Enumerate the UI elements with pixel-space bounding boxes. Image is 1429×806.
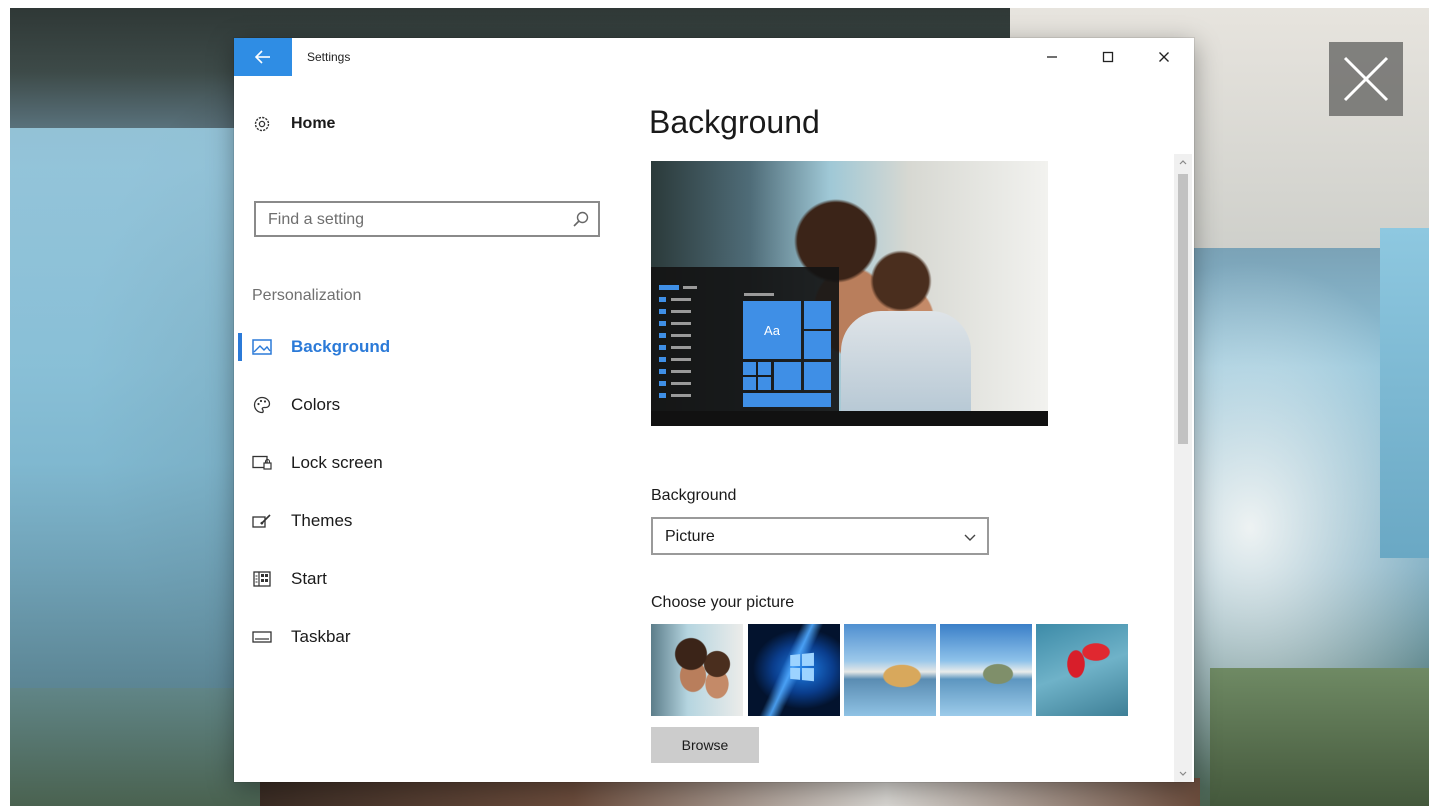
minimize-button[interactable] xyxy=(1024,38,1080,76)
sidebar-item-label: Lock screen xyxy=(291,453,383,472)
lock-screen-icon xyxy=(252,453,272,473)
preview-taskbar xyxy=(651,411,1048,426)
sidebar-item-taskbar[interactable]: Taskbar xyxy=(234,617,624,657)
background-type-label: Background xyxy=(651,487,737,504)
chevron-up-icon xyxy=(1179,160,1187,165)
close-icon xyxy=(1159,52,1169,62)
start-tiles-icon xyxy=(252,569,272,589)
picture-thumbnail-children[interactable] xyxy=(651,624,743,716)
browse-button[interactable]: Browse xyxy=(651,727,759,763)
preview-tile-large: Aa xyxy=(743,301,801,359)
window-title: Settings xyxy=(307,50,351,64)
title-bar: Settings xyxy=(234,38,1194,76)
sidebar-item-label: Themes xyxy=(291,511,353,530)
scroll-down-button[interactable] xyxy=(1174,766,1192,782)
backdrop-plants xyxy=(1210,668,1429,806)
overlay-close-button[interactable] xyxy=(1329,42,1403,116)
selection-indicator xyxy=(238,333,242,361)
maximize-icon xyxy=(1102,51,1114,63)
search-icon[interactable] xyxy=(572,210,590,228)
background-type-dropdown[interactable]: Picture xyxy=(651,517,989,555)
sidebar-item-label: Background xyxy=(291,337,391,356)
backdrop-figure xyxy=(260,778,1200,806)
picture-icon xyxy=(252,337,272,357)
maximize-button[interactable] xyxy=(1080,38,1136,76)
scrollbar-thumb[interactable] xyxy=(1178,174,1188,444)
minimize-icon xyxy=(1047,56,1057,58)
search-placeholder: Find a setting xyxy=(268,211,365,228)
screen: Settings Home Find a setting Personaliza… xyxy=(0,0,1429,806)
close-icon xyxy=(1343,56,1389,102)
backdrop-window-left xyxy=(10,128,240,688)
sidebar-item-themes[interactable]: Themes xyxy=(234,501,624,541)
taskbar-icon xyxy=(252,627,272,647)
sidebar-item-background[interactable]: Background xyxy=(234,327,624,367)
picture-thumbnail-windows-logo[interactable] xyxy=(748,624,840,716)
nav-home-label: Home xyxy=(291,115,336,132)
search-input[interactable]: Find a setting xyxy=(254,201,600,237)
themes-icon xyxy=(252,511,272,531)
close-button[interactable] xyxy=(1136,38,1192,76)
backdrop-window-right xyxy=(1380,228,1429,558)
sidebar-item-label: Taskbar xyxy=(291,627,351,646)
background-preview: Aa xyxy=(651,161,1048,426)
scroll-up-button[interactable] xyxy=(1174,154,1192,170)
picture-thumbnail-beach-1[interactable] xyxy=(844,624,936,716)
gear-icon xyxy=(252,114,272,134)
sidebar-item-label: Start xyxy=(291,569,327,588)
sidebar-item-start[interactable]: Start xyxy=(234,559,624,599)
sidebar-item-lock-screen[interactable]: Lock screen xyxy=(234,443,624,483)
scrollbar[interactable] xyxy=(1174,154,1192,782)
choose-picture-label: Choose your picture xyxy=(651,594,795,611)
navigation-pane: Home Find a setting Personalization Back… xyxy=(234,76,624,782)
nav-home[interactable]: Home xyxy=(234,104,624,144)
sidebar-item-colors[interactable]: Colors xyxy=(234,385,624,425)
section-heading-personalization: Personalization xyxy=(252,287,362,304)
back-button[interactable] xyxy=(234,38,292,76)
back-arrow-icon xyxy=(255,50,270,64)
dropdown-value: Picture xyxy=(665,528,715,545)
palette-icon xyxy=(252,395,272,415)
chevron-down-icon xyxy=(964,534,976,541)
settings-window: Settings Home Find a setting Personaliza… xyxy=(234,38,1194,782)
picture-thumbnail-flower[interactable] xyxy=(1036,624,1128,716)
chevron-down-icon xyxy=(1179,771,1187,776)
sidebar-item-label: Colors xyxy=(291,395,341,414)
preview-start-menu: Aa xyxy=(651,267,839,411)
page-title: Background xyxy=(649,104,820,140)
picture-thumbnail-beach-2[interactable] xyxy=(940,624,1032,716)
